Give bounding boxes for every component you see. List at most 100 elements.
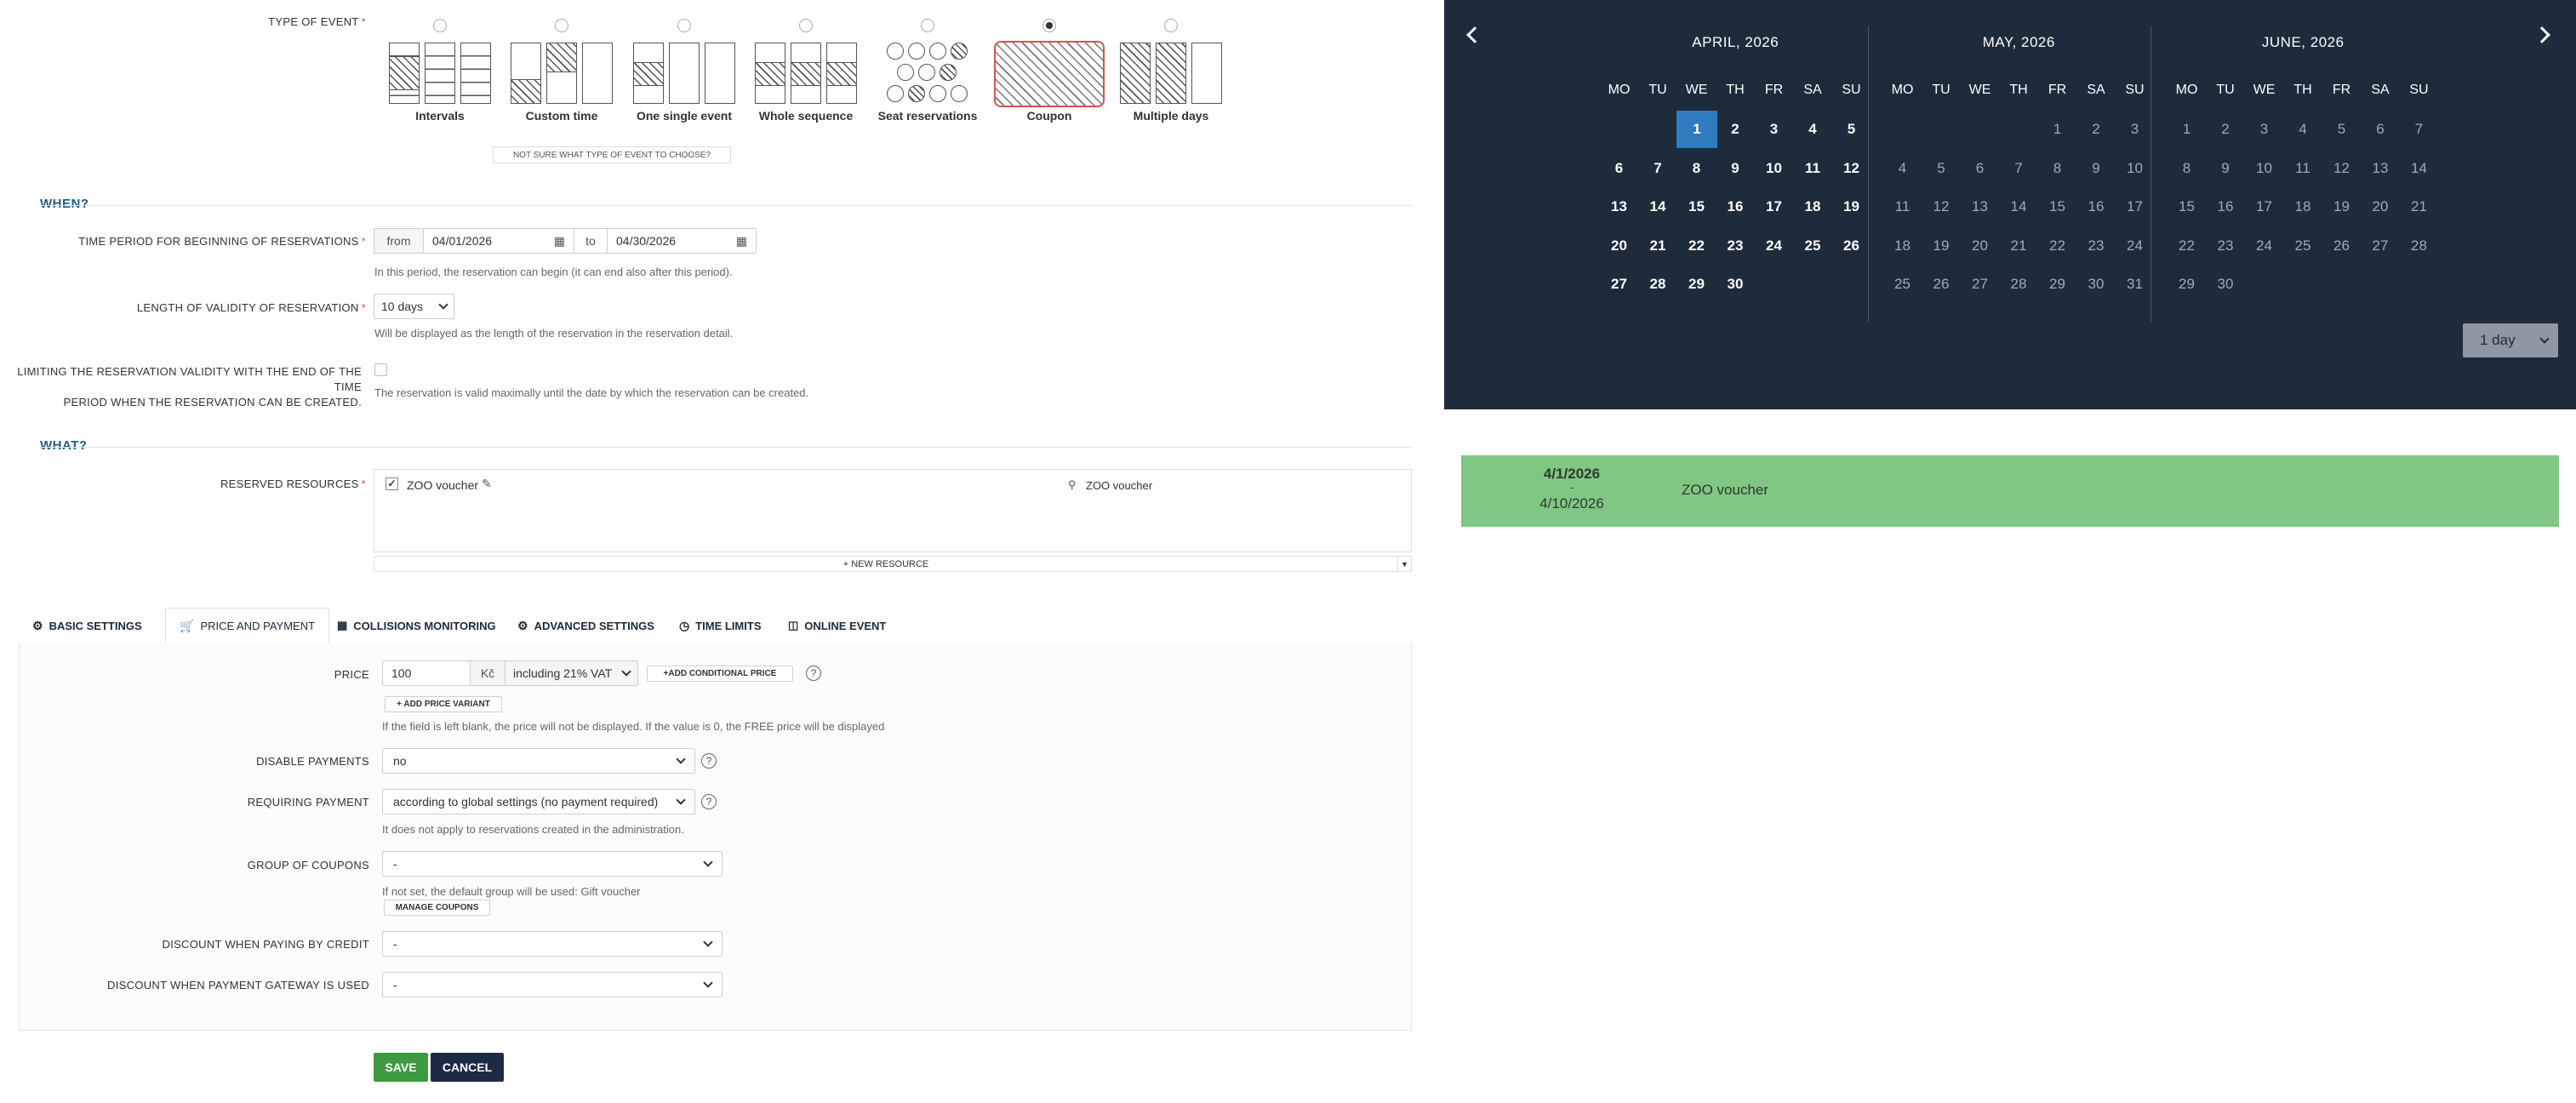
range-select-value: 1 day: [2480, 332, 2516, 348]
calendar-icon[interactable]: ▦: [554, 234, 565, 249]
add-price-variant-button[interactable]: + ADD PRICE VARIANT: [385, 696, 502, 712]
price-input[interactable]: 100: [382, 660, 471, 686]
calendar-day[interactable]: 25: [1794, 237, 1832, 254]
radio-seat-reservations[interactable]: [921, 19, 934, 32]
calendar-day[interactable]: 28: [1639, 276, 1677, 293]
type-intervals[interactable]: Intervals: [372, 17, 508, 128]
calendar-day[interactable]: 2: [1716, 121, 1755, 138]
radio-whole-sequence[interactable]: [799, 19, 813, 32]
calendar-day[interactable]: 24: [1755, 237, 1793, 254]
weekday-header: MO: [1608, 83, 1631, 97]
coupon-shape: [994, 41, 1105, 107]
requiring-payment-select[interactable]: according to global settings (no payment…: [382, 789, 695, 814]
single-col-3: [705, 43, 735, 104]
question-icon[interactable]: ?: [806, 666, 821, 681]
calendar-day: 26: [1933, 276, 1950, 292]
tab-collisions-monitoring[interactable]: ▦ COLLISIONS MONITORING: [323, 609, 510, 643]
chevron-down-icon: [676, 794, 686, 805]
selected-day[interactable]: 1: [1676, 111, 1717, 148]
tab-online-event[interactable]: ◫ ONLINE EVENT: [774, 609, 900, 643]
calendar-day: 25: [1894, 276, 1911, 292]
type-one-single-event[interactable]: One single event: [616, 17, 752, 128]
single-col-2: [669, 43, 700, 104]
calendar-day[interactable]: 27: [1600, 276, 1638, 293]
range-select[interactable]: 1 day: [2463, 323, 2558, 357]
chevron-down-icon: [621, 666, 631, 677]
radio-coupon[interactable]: [1042, 19, 1056, 32]
resource-checkbox[interactable]: ✓: [386, 477, 398, 490]
tab-advanced-settings[interactable]: ⚙ ADVANCED SETTINGS: [504, 609, 668, 643]
calendar-day[interactable]: 5: [1832, 121, 1871, 138]
calendar-day: 19: [2333, 198, 2350, 214]
calendar-day: 31: [2127, 276, 2143, 292]
add-conditional-price-button[interactable]: +ADD CONDITIONAL PRICE: [647, 666, 793, 682]
calendar-day: 2: [2092, 121, 2100, 137]
tab-price-and-payment[interactable]: 🛒 PRICE AND PAYMENT: [165, 608, 330, 643]
radio-intervals[interactable]: [433, 19, 447, 32]
type-seat-reservations[interactable]: Seat reservations: [860, 17, 996, 128]
discount-gateway-select[interactable]: -: [382, 972, 723, 997]
calendar-day[interactable]: 6: [1600, 160, 1638, 177]
date-from-input[interactable]: 04/01/2026 ▦: [423, 228, 574, 254]
calendar-day[interactable]: 9: [1716, 160, 1755, 177]
radio-custom-time[interactable]: [555, 19, 568, 32]
calendar-day[interactable]: 20: [1600, 237, 1638, 254]
date-to-input[interactable]: 04/30/2026 ▦: [607, 228, 757, 254]
radio-multiple-days[interactable]: [1164, 19, 1178, 32]
type-coupon[interactable]: Coupon: [981, 17, 1117, 128]
event-type-help-button[interactable]: NOT SURE WHAT TYPE OF EVENT TO CHOOSE?: [493, 146, 731, 163]
limit-checkbox[interactable]: [374, 363, 387, 376]
question-icon[interactable]: ?: [701, 794, 717, 809]
calendar-day[interactable]: 29: [1677, 276, 1716, 293]
calendar-day[interactable]: 18: [1794, 198, 1832, 215]
new-resource-dropdown[interactable]: ▼: [1397, 556, 1412, 572]
save-button[interactable]: SAVE: [374, 1053, 428, 1082]
calendar-day[interactable]: 19: [1832, 198, 1871, 215]
calendar-icon[interactable]: ▦: [736, 234, 747, 249]
calendar-day[interactable]: 26: [1832, 237, 1871, 254]
weekday-header: WE: [1685, 83, 1708, 97]
disable-payments-select[interactable]: no: [382, 748, 695, 774]
calendar-day: 23: [2088, 237, 2105, 254]
radio-one-single-event[interactable]: [677, 19, 691, 32]
calendar-day[interactable]: 8: [1677, 160, 1716, 177]
tab-basic-settings[interactable]: ⚙ BASIC SETTINGS: [19, 609, 156, 643]
calendar-day[interactable]: 23: [1716, 237, 1755, 254]
validity-select[interactable]: 10 days: [374, 294, 454, 319]
weekday-header: WE: [1968, 83, 1991, 97]
edit-icon[interactable]: ✎: [482, 477, 492, 491]
calendar-day[interactable]: 21: [1639, 237, 1677, 254]
calendar-day[interactable]: 11: [1794, 160, 1832, 177]
weekday-header: TU: [1932, 83, 1951, 97]
calendar-day[interactable]: 7: [1639, 160, 1677, 177]
calendar-day[interactable]: 16: [1716, 198, 1755, 215]
calendar-day[interactable]: 14: [1639, 198, 1677, 215]
manage-coupons-button[interactable]: MANAGE COUPONS: [384, 900, 490, 916]
type-name: Intervals: [415, 109, 465, 123]
weekday-header: SA: [2371, 83, 2390, 97]
calendar-day[interactable]: 12: [1832, 160, 1871, 177]
new-resource-button[interactable]: + NEW RESOURCE: [374, 556, 1398, 572]
cancel-button[interactable]: CANCEL: [431, 1053, 504, 1082]
calendar-day: 10: [2127, 159, 2143, 176]
type-custom-time[interactable]: Custom time: [494, 17, 630, 128]
calendar-day: 15: [2049, 198, 2065, 214]
type-whole-sequence[interactable]: Whole sequence: [738, 17, 874, 128]
calendar-day[interactable]: 17: [1755, 198, 1793, 215]
calendar-day[interactable]: 30: [1716, 276, 1755, 293]
calendar-day[interactable]: 15: [1677, 198, 1716, 215]
calendar-day[interactable]: 22: [1677, 237, 1716, 254]
type-multiple-days[interactable]: Multiple days: [1103, 17, 1239, 128]
question-icon[interactable]: ?: [701, 753, 717, 769]
vat-select[interactable]: including 21% VAT: [505, 660, 638, 686]
coupons-select[interactable]: -: [382, 851, 723, 877]
calendar-day[interactable]: 13: [1600, 198, 1638, 215]
calendar-day[interactable]: 3: [1755, 121, 1793, 138]
limit-label: LIMITING THE RESERVATION VALIDITY WITH T…: [17, 365, 362, 409]
calendar-day[interactable]: 10: [1755, 160, 1793, 177]
weekday-header: MO: [2175, 83, 2198, 97]
tab-time-limits[interactable]: ◷ TIME LIMITS: [665, 609, 775, 643]
discount-credit-select[interactable]: -: [382, 931, 723, 957]
calendar-day: 9: [2092, 159, 2100, 176]
calendar-day[interactable]: 4: [1794, 121, 1832, 138]
